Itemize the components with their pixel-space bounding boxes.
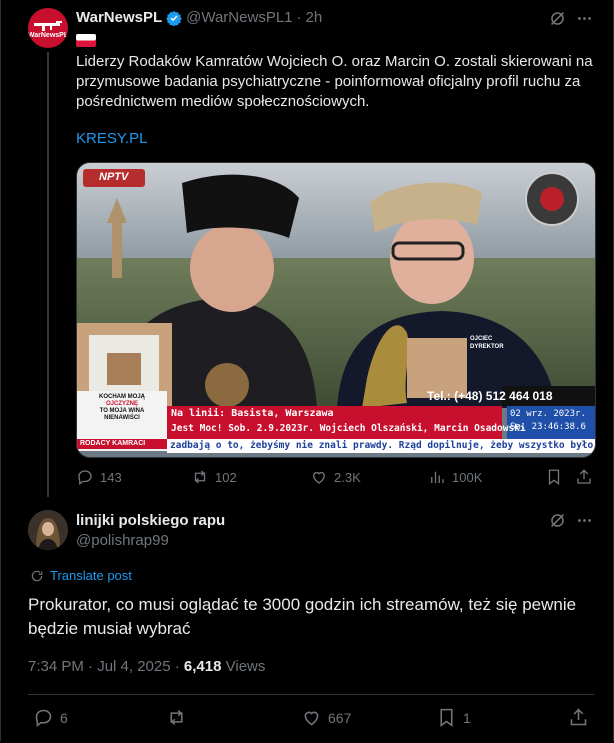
- avatar-logo-text: WarNewsPL: [28, 32, 68, 39]
- avatar-portrait: [28, 510, 68, 550]
- reply-views-label: Views: [221, 658, 266, 675]
- rifle-logo-icon: [34, 21, 62, 31]
- reply-bookmark-action[interactable]: 1: [436, 707, 471, 728]
- reply-repost-action[interactable]: [166, 707, 187, 728]
- ticker-line-1: Na linii: Basista, Warszawa: [171, 408, 334, 419]
- phone-number: Tel.: (+48) 512 464 018: [427, 389, 553, 403]
- post-media-image[interactable]: NPTV KOCHAM MOJĄ OJCZYZNĘ TO MOJA WINA N…: [76, 162, 596, 458]
- display-name[interactable]: WarNewsPL: [76, 9, 162, 26]
- reply-views-count: 6,418: [183, 658, 222, 675]
- post-time[interactable]: 2h: [306, 9, 323, 26]
- banner-left-line-3: TO MOJA WINA: [99, 408, 145, 414]
- like-count: 2.3K: [334, 469, 361, 485]
- desk-sign-line-1: OJCIEC: [470, 336, 493, 342]
- reply-icon: [35, 709, 52, 727]
- reply-display-name[interactable]: linijki polskiego rapu: [76, 512, 225, 529]
- like-icon: [313, 471, 325, 484]
- broadcast-date: 02 wrz. 2023r.: [510, 409, 586, 419]
- translate-post[interactable]: Translate post: [30, 568, 132, 583]
- share-icon[interactable]: [575, 468, 593, 486]
- repost-icon: [194, 470, 206, 484]
- warnewspl-avatar[interactable]: WarNewsPL: [28, 8, 68, 48]
- banner-left: KOCHAM MOJĄ OJCZYZNĘ TO MOJA WINA NIENAW…: [81, 394, 163, 422]
- quoted-post-text: Liderzy Rodaków Kamratów Wojciech O. ora…: [76, 53, 593, 110]
- quoted-reply-action[interactable]: 143: [76, 468, 122, 486]
- repost-count: 102: [215, 469, 237, 485]
- bookmark-icon[interactable]: [545, 468, 563, 486]
- reply-like-action[interactable]: 667: [301, 707, 351, 728]
- reply-handle[interactable]: @polishrap99: [76, 532, 169, 549]
- separator: ·: [296, 9, 302, 26]
- quoted-post-header: WarNewsPL @WarNewsPL1 · 2h: [76, 9, 322, 26]
- quoted-repost-action[interactable]: 102: [191, 468, 237, 486]
- reply-reply-action[interactable]: 6: [33, 707, 68, 728]
- ticker-line-2: Jest Moc! Sob. 2.9.2023r. Wojciech Olsza…: [171, 423, 526, 434]
- broadcast-clock: So. 23:46:38.6: [510, 422, 586, 432]
- quoted-views-action[interactable]: 100K: [428, 468, 482, 486]
- reply-reply-count: 6: [60, 709, 68, 726]
- reply-more-options-icon[interactable]: [576, 512, 593, 529]
- banner-left-line-1: KOCHAM MOJĄ: [99, 394, 145, 400]
- views-icon: [431, 471, 444, 483]
- reply-meta: 7:34 PM · Jul 4, 2025 · 6,418 Views: [28, 658, 265, 675]
- banner-left-footer: RODACY KAMRACI: [80, 440, 146, 447]
- translate-label[interactable]: Translate post: [50, 568, 132, 583]
- desk-sign-line-2: DYREKTOR: [470, 344, 504, 350]
- reply-icon: [78, 470, 92, 486]
- reply-text: Prokurator, co musi oglądać te 3000 godz…: [28, 595, 577, 638]
- bookmark-icon: [440, 708, 453, 727]
- banner-left-line-4: NIENAWIŚCI: [104, 415, 140, 421]
- kresy-link[interactable]: KRESY.PL: [76, 130, 147, 147]
- banner-left-line-2: OJCZYZNĘ: [105, 401, 138, 407]
- grok-icon[interactable]: [549, 10, 566, 27]
- poland-flag-icon: [76, 34, 96, 47]
- reply-like-count: 667: [328, 709, 352, 726]
- desk-sign: OJCIEC DYREKTOR: [470, 335, 504, 351]
- channel-logo: NPTV: [99, 171, 129, 183]
- reply-share-icon[interactable]: [568, 707, 589, 728]
- verified-icon: [166, 10, 182, 26]
- reply-grok-icon[interactable]: [549, 512, 566, 529]
- like-icon: [304, 711, 319, 726]
- reply-count: 143: [100, 469, 122, 485]
- repost-icon: [170, 709, 183, 726]
- quoted-like-action[interactable]: 2.3K: [310, 468, 361, 486]
- handle[interactable]: @WarNewsPL1: [186, 9, 292, 26]
- reply-timestamp[interactable]: 7:34 PM · Jul 4, 2025 ·: [28, 658, 184, 675]
- tweet-detail-view: WarNewsPL WarNewsPL @WarNewsPL1 · 2h Lid…: [0, 0, 614, 741]
- views-count: 100K: [452, 469, 483, 485]
- more-options-icon[interactable]: [576, 10, 593, 27]
- reply-bookmark-count: 1: [463, 709, 471, 726]
- thread-line: [47, 52, 49, 497]
- divider: [28, 694, 594, 695]
- polishrap-avatar[interactable]: [28, 510, 68, 550]
- translate-icon: [31, 570, 43, 581]
- ticker-crawl: zadbają o to, żebyśmy nie znali prawdy. …: [170, 440, 596, 451]
